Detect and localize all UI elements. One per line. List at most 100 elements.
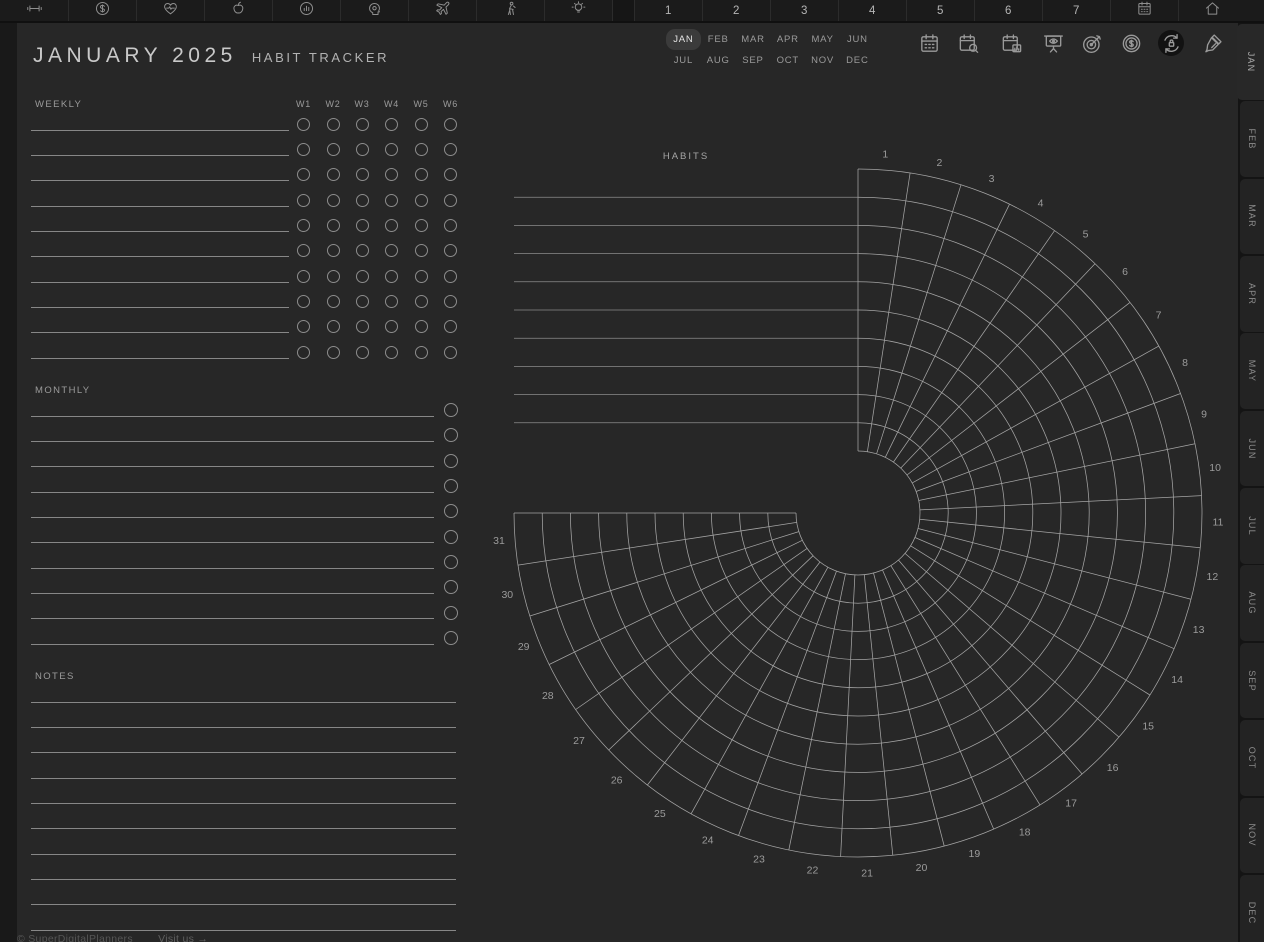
toolbar-tab-3[interactable]: 3 — [770, 0, 838, 21]
weekly-check-circle-w3[interactable] — [356, 295, 369, 308]
finance-icon[interactable] — [1118, 30, 1144, 56]
monthly-habit-line[interactable] — [31, 568, 434, 569]
toolbar-tab-7[interactable]: 7 — [1042, 0, 1110, 21]
weekly-check-circle-w1[interactable] — [297, 118, 310, 131]
monthly-check-circle[interactable] — [444, 504, 458, 518]
month-select-sep[interactable]: SEP — [736, 50, 771, 71]
weekly-check-circle-w2[interactable] — [327, 295, 340, 308]
month-select-apr[interactable]: APR — [770, 29, 805, 50]
sidebar-month-tab-jun[interactable]: JUN — [1240, 411, 1264, 487]
toolbar-tab-dumbbell[interactable] — [0, 0, 68, 21]
weekly-check-circle-w3[interactable] — [356, 346, 369, 359]
toolbar-tab-1[interactable]: 1 — [634, 0, 702, 21]
weekly-check-circle-w5[interactable] — [415, 118, 428, 131]
calendar-stats-icon[interactable] — [998, 30, 1024, 56]
toolbar-tab-progress[interactable] — [272, 0, 340, 21]
toolbar-tab-2[interactable]: 2 — [702, 0, 770, 21]
notes-line[interactable] — [31, 904, 456, 905]
weekly-check-circle-w4[interactable] — [385, 346, 398, 359]
monthly-check-circle[interactable] — [444, 606, 458, 620]
weekly-check-circle-w6[interactable] — [444, 219, 457, 232]
monthly-habit-line[interactable] — [31, 441, 434, 442]
weekly-check-circle-w5[interactable] — [415, 194, 428, 207]
monthly-habit-line[interactable] — [31, 618, 434, 619]
sidebar-month-tab-dec[interactable]: DEC — [1240, 875, 1264, 942]
sidebar-month-tab-feb[interactable]: FEB — [1240, 101, 1264, 177]
notes-line[interactable] — [31, 930, 456, 931]
weekly-check-circle-w2[interactable] — [327, 320, 340, 333]
calendar-search-icon[interactable] — [955, 30, 981, 56]
weekly-check-circle-w1[interactable] — [297, 346, 310, 359]
toolbar-tab-5[interactable]: 5 — [906, 0, 974, 21]
toolbar-tab-savings[interactable] — [68, 0, 136, 21]
monthly-check-circle[interactable] — [444, 454, 458, 468]
notes-line[interactable] — [31, 879, 456, 880]
weekly-check-circle-w1[interactable] — [297, 244, 310, 257]
vision-board-icon[interactable] — [1040, 30, 1066, 56]
monthly-habit-line[interactable] — [31, 466, 434, 467]
weekly-check-circle-w4[interactable] — [385, 244, 398, 257]
weekly-check-circle-w6[interactable] — [444, 244, 457, 257]
month-select-mar[interactable]: MAR — [736, 29, 771, 50]
weekly-check-circle-w2[interactable] — [327, 219, 340, 232]
monthly-habit-line[interactable] — [31, 416, 434, 417]
weekly-check-circle-w6[interactable] — [444, 295, 457, 308]
toolbar-tab-4[interactable]: 4 — [838, 0, 906, 21]
toolbar-tab-mindset[interactable] — [340, 0, 408, 21]
weekly-check-circle-w1[interactable] — [297, 270, 310, 283]
weekly-check-circle-w2[interactable] — [327, 194, 340, 207]
month-select-oct[interactable]: OCT — [770, 50, 805, 71]
month-select-nov[interactable]: NOV — [805, 50, 840, 71]
weekly-check-circle-w5[interactable] — [415, 295, 428, 308]
weekly-check-circle-w2[interactable] — [327, 244, 340, 257]
monthly-habit-line[interactable] — [31, 644, 434, 645]
monthly-check-circle[interactable] — [444, 403, 458, 417]
month-select-jan[interactable]: JAN — [666, 29, 701, 50]
month-select-dec[interactable]: DEC — [840, 50, 875, 71]
weekly-habit-line[interactable] — [31, 206, 289, 207]
weekly-check-circle-w5[interactable] — [415, 320, 428, 333]
weekly-habit-line[interactable] — [31, 358, 289, 359]
sidebar-month-tab-oct[interactable]: OCT — [1240, 720, 1264, 796]
monthly-check-circle[interactable] — [444, 580, 458, 594]
monthly-check-circle[interactable] — [444, 530, 458, 544]
weekly-check-circle-w5[interactable] — [415, 270, 428, 283]
weekly-check-circle-w2[interactable] — [327, 143, 340, 156]
weekly-check-circle-w4[interactable] — [385, 219, 398, 232]
weekly-check-circle-w2[interactable] — [327, 168, 340, 181]
sidebar-month-tab-sep[interactable]: SEP — [1240, 643, 1264, 719]
weekly-habit-line[interactable] — [31, 332, 289, 333]
month-select-jun[interactable]: JUN — [840, 29, 875, 50]
weekly-check-circle-w2[interactable] — [327, 118, 340, 131]
weekly-check-circle-w3[interactable] — [356, 118, 369, 131]
monthly-check-circle[interactable] — [444, 555, 458, 569]
monthly-check-circle[interactable] — [444, 479, 458, 493]
weekly-habit-line[interactable] — [31, 307, 289, 308]
weekly-check-circle-w3[interactable] — [356, 270, 369, 283]
weekly-check-circle-w3[interactable] — [356, 244, 369, 257]
weekly-habit-line[interactable] — [31, 231, 289, 232]
weekly-check-circle-w1[interactable] — [297, 219, 310, 232]
weekly-check-circle-w3[interactable] — [356, 320, 369, 333]
weekly-check-circle-w4[interactable] — [385, 194, 398, 207]
weekly-check-circle-w3[interactable] — [356, 194, 369, 207]
toolbar-tab-work[interactable] — [476, 0, 544, 21]
sidebar-month-tab-jul[interactable]: JUL — [1240, 488, 1264, 564]
weekly-check-circle-w1[interactable] — [297, 295, 310, 308]
notes-line[interactable] — [31, 702, 456, 703]
pen-icon[interactable] — [1199, 30, 1225, 56]
notes-line[interactable] — [31, 752, 456, 753]
weekly-check-circle-w6[interactable] — [444, 118, 457, 131]
notes-line[interactable] — [31, 727, 456, 728]
weekly-check-circle-w3[interactable] — [356, 168, 369, 181]
weekly-check-circle-w2[interactable] — [327, 346, 340, 359]
toolbar-tab-6[interactable]: 6 — [974, 0, 1042, 21]
toolbar-tab-calendar[interactable] — [1110, 0, 1178, 21]
toolbar-tab-home[interactable] — [1178, 0, 1246, 21]
weekly-habit-line[interactable] — [31, 256, 289, 257]
sidebar-month-tab-nov[interactable]: NOV — [1240, 798, 1264, 874]
weekly-check-circle-w5[interactable] — [415, 168, 428, 181]
weekly-check-circle-w6[interactable] — [444, 143, 457, 156]
visit-us-link[interactable]: Visit us → — [158, 933, 208, 942]
goals-icon[interactable] — [1079, 30, 1105, 56]
